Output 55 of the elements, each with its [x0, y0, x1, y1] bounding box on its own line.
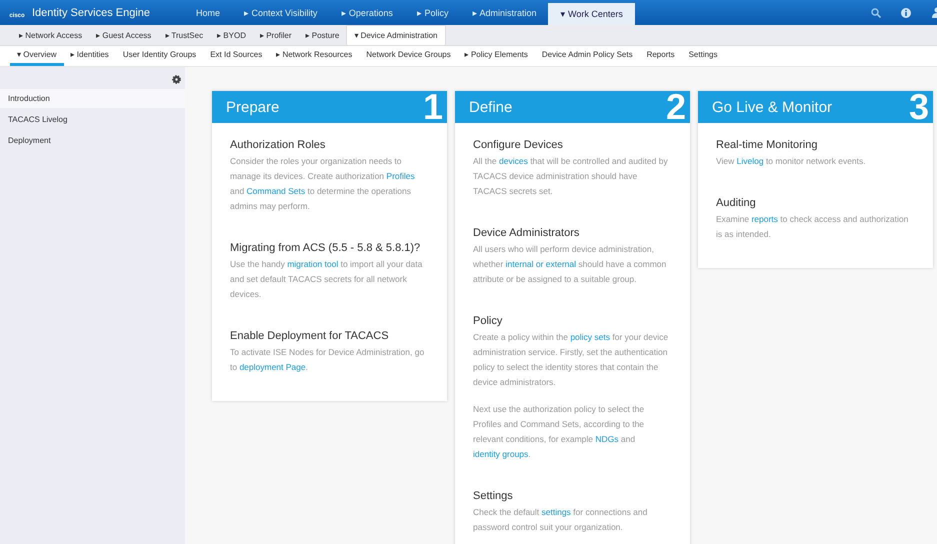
- nav-tab[interactable]: ▸ Policy: [404, 0, 460, 25]
- nav-tab[interactable]: ▸ Administration: [460, 0, 548, 25]
- product-title: Identity Services Engine: [32, 6, 150, 18]
- menu-tab[interactable]: ▸ Identities: [64, 46, 116, 66]
- subnav-tab[interactable]: ▸ Guest Access: [89, 25, 158, 45]
- nav-tab[interactable]: ▾ Work Centers: [548, 3, 635, 25]
- step-number: 1: [422, 91, 443, 123]
- nav-tab[interactable]: ▸ Context Visibility: [232, 0, 330, 25]
- subnav-tab[interactable]: ▾ Device Administration: [346, 25, 446, 45]
- description-text: Consider the roles your organization needs to manage its devices. Create authorization Profiles and Command Sets to determine the operations admins may perform.: [230, 155, 416, 213]
- section-heading: Device Administrators: [473, 227, 580, 239]
- menu-tab[interactable]: Reports: [640, 46, 682, 66]
- subnav-tab[interactable]: ▸ BYOD: [210, 25, 253, 45]
- nav-tab[interactable]: ▸ Operations: [329, 0, 405, 25]
- description-text: Use the handy migration tool to import all your data and set default TACACS secrets for all network devices.: [230, 258, 424, 301]
- description-text: To activate ISE Nodes for Device Administration, go to deployment Page.: [230, 346, 426, 374]
- description-text: View Livelog to monitor network events.: [716, 155, 867, 168]
- menu-tab[interactable]: Device Admin Policy Sets: [534, 46, 640, 66]
- subnav-tab[interactable]: ▸ Network Access: [12, 25, 90, 45]
- subnav-tab[interactable]: ▸ Posture: [298, 25, 346, 45]
- subnav-tab[interactable]: ▸ Profiler: [252, 25, 299, 45]
- gear-icon[interactable]: [172, 75, 181, 84]
- card-title: Prepare: [226, 98, 280, 116]
- menu-tab[interactable]: Network Device Groups: [359, 46, 458, 66]
- section-heading: Settings: [473, 490, 514, 502]
- menu-tab[interactable]: User Identity Groups: [116, 46, 204, 66]
- search-icon[interactable]: [871, 8, 881, 18]
- menu-tab[interactable]: ▸ Policy Elements: [458, 46, 535, 66]
- section-heading: Authorization Roles: [230, 139, 326, 151]
- card-title: Go Live & Monitor: [712, 98, 832, 116]
- help-icon[interactable]: [901, 8, 911, 18]
- subnav-tab[interactable]: ▸ TrustSec: [158, 25, 210, 45]
- step-number: 2: [666, 91, 686, 123]
- card-title: Define: [469, 98, 512, 116]
- description-text: All the devices that will be controlled and audited by TACACS device administration should have TACACS secrets set.: [473, 155, 669, 198]
- section-heading: Configure Devices: [473, 139, 564, 151]
- user-icon[interactable]: [931, 7, 937, 18]
- menu-tab[interactable]: Ext Id Sources: [203, 46, 270, 66]
- description-text: Next use the authorization policy to select the Profiles and Command Sets, according to the relevant conditions, for example NDGs and identity groups.: [473, 403, 646, 461]
- menu-tab[interactable]: ▸ Network Resources: [269, 46, 360, 66]
- description-text: Create a policy within the policy sets for your device administration service. Firstly, set the authentication policy to select the identity stores that contain the device administrators.: [473, 331, 670, 389]
- section-heading: Auditing: [716, 197, 757, 209]
- section-heading: Real-time Monitoring: [716, 139, 818, 151]
- nav-tab[interactable]: Home: [184, 0, 232, 25]
- description-text: Check the default settings for connections and password control suit your organization.: [473, 506, 648, 534]
- description-text: Examine reports to check access and authorization is as intended.: [716, 213, 910, 241]
- menu-tab[interactable]: Settings: [682, 46, 724, 66]
- section-heading: Enable Deployment for TACACS: [230, 330, 390, 342]
- description-text: All users who will perform device administration, whether internal or external should have a common attribute or be assigned to a suitable group.: [473, 243, 668, 286]
- sidebar-item[interactable]: Introduction: [0, 89, 185, 108]
- section-heading: Migrating from ACS (5.5 - 5.8 & 5.8.1)?: [230, 242, 422, 254]
- sidebar-item[interactable]: TACACS Livelog: [0, 110, 185, 129]
- section-heading: Policy: [473, 315, 504, 327]
- step-number: 3: [908, 91, 929, 123]
- sidebar-item[interactable]: Deployment: [0, 131, 185, 150]
